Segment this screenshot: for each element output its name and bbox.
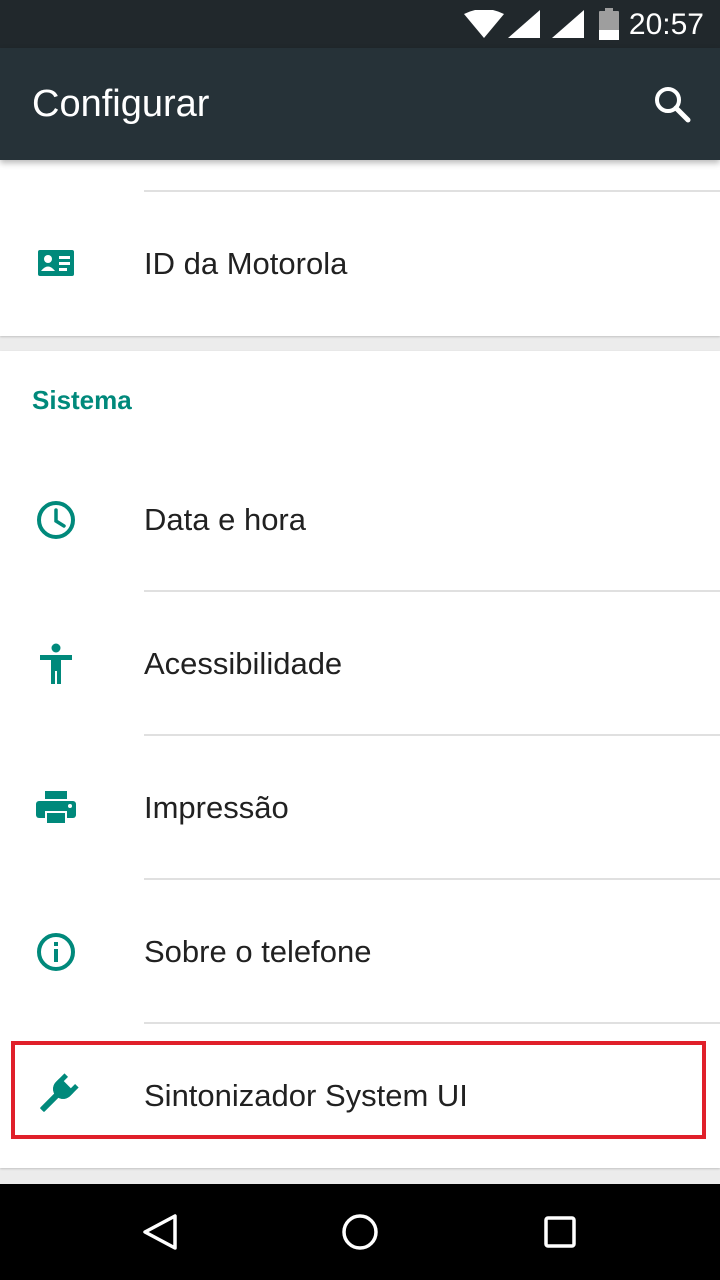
settings-item-printing[interactable]: Impressão	[0, 736, 720, 880]
recents-button[interactable]	[524, 1196, 596, 1268]
status-bar: 20:57	[0, 0, 720, 48]
accessibility-icon	[32, 640, 80, 688]
info-icon	[32, 928, 80, 976]
status-time: 20:57	[628, 8, 704, 41]
highlight-box	[11, 1041, 706, 1139]
settings-item-label: Data e hora	[144, 502, 306, 537]
settings-item-label: Sobre o telefone	[144, 934, 372, 969]
app-bar: Configurar	[0, 48, 720, 160]
settings-item-about-phone[interactable]: Sobre o telefone	[0, 880, 720, 1024]
sistema-card: Sistema Data e hora Acessibilidade Impre…	[0, 351, 720, 1168]
print-icon	[32, 784, 80, 832]
home-button[interactable]	[324, 1196, 396, 1268]
section-header-sistema: Sistema	[32, 385, 132, 415]
settings-item-accessibility[interactable]: Acessibilidade	[0, 592, 720, 736]
settings-item-label: Acessibilidade	[144, 646, 343, 681]
settings-item-label: Impressão	[144, 790, 289, 825]
battery-icon	[598, 8, 620, 45]
settings-item-date-time[interactable]: Data e hora	[0, 448, 720, 592]
wifi-icon	[464, 9, 504, 43]
settings-item-motorola-id[interactable]: ID da Motorola	[0, 192, 720, 336]
settings-item-label: ID da Motorola	[144, 246, 348, 281]
search-button[interactable]	[644, 76, 700, 132]
navigation-bar	[0, 1184, 720, 1280]
clock-icon	[32, 496, 80, 544]
account-card-icon	[32, 240, 80, 288]
signal-icon	[508, 10, 540, 43]
signal-icon	[552, 10, 584, 43]
settings-card: ID da Motorola	[0, 160, 720, 336]
back-button[interactable]	[124, 1196, 196, 1268]
page-title: Configurar	[32, 83, 210, 125]
